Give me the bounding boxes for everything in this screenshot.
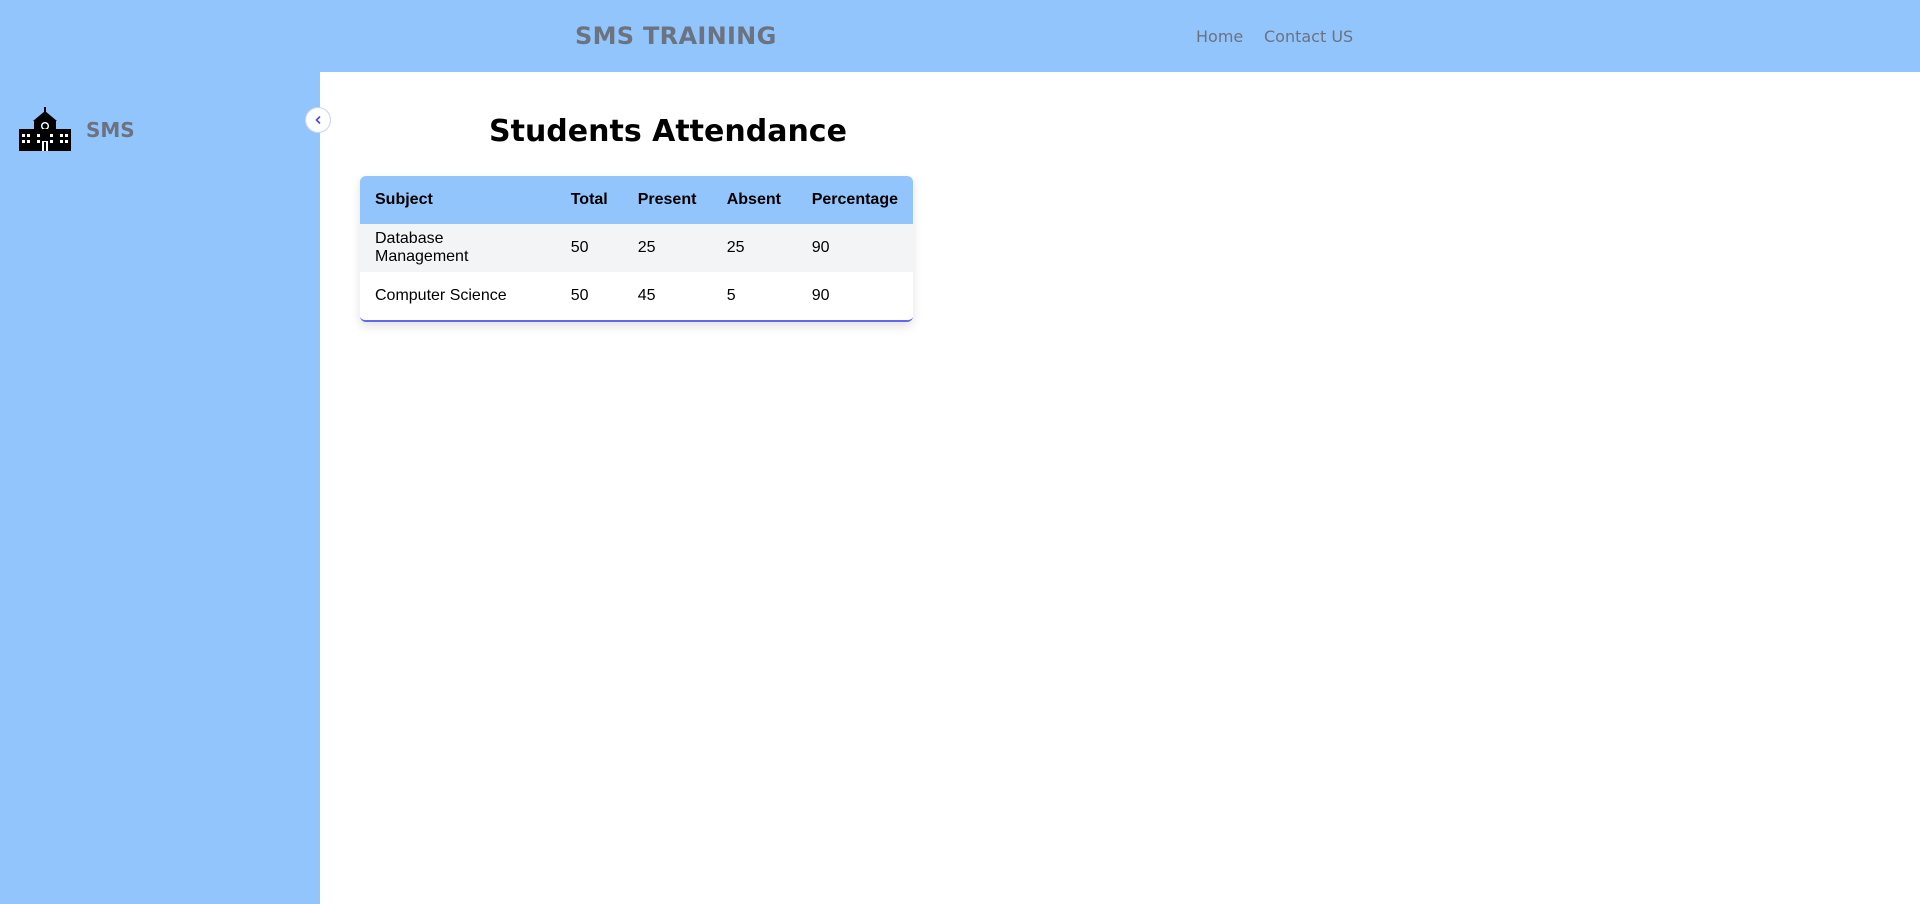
top-header: SMS TRAINING Home Contact US	[0, 0, 1920, 72]
nav-contact-link[interactable]: Contact US	[1264, 27, 1353, 46]
cell-absent: 25	[726, 239, 745, 256]
cell-subject: Database Management	[375, 230, 469, 265]
cell-percentage: 90	[811, 239, 830, 256]
column-header-total: Total	[570, 191, 608, 208]
table-header-row: Subject Total Present Absent Percentage	[360, 176, 913, 224]
page-title: Students Attendance	[489, 114, 847, 149]
cell-percentage: 90	[811, 287, 830, 304]
column-header-absent: Absent	[726, 191, 781, 208]
table-row: Database Management 50 25 25 90	[360, 224, 913, 272]
school-building-icon	[19, 107, 71, 151]
attendance-table: Subject Total Present Absent Percentage …	[360, 176, 913, 320]
column-header-present: Present	[637, 191, 697, 208]
attendance-table-card: Subject Total Present Absent Percentage …	[360, 176, 913, 322]
cell-present: 25	[637, 239, 656, 256]
app-title: SMS TRAINING	[575, 22, 777, 50]
table-row: Computer Science 50 45 5 90	[360, 272, 913, 320]
chevron-left-icon	[313, 113, 323, 128]
column-header-percentage: Percentage	[811, 191, 898, 208]
sidebar-collapse-button[interactable]	[305, 107, 331, 133]
cell-total: 50	[570, 239, 589, 256]
cell-absent: 5	[726, 287, 736, 304]
column-header-subject: Subject	[375, 191, 433, 208]
sidebar-logo-text: SMS	[86, 118, 135, 142]
sidebar: SMS	[0, 72, 320, 904]
nav-home-link[interactable]: Home	[1196, 27, 1243, 46]
cell-subject: Computer Science	[375, 287, 507, 304]
cell-present: 45	[637, 287, 656, 304]
cell-total: 50	[570, 287, 589, 304]
